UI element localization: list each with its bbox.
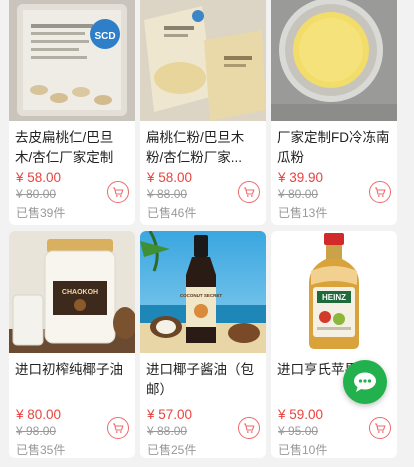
product-price: ¥ 57.00	[147, 407, 193, 422]
product-sold-count: 已售46件	[147, 206, 197, 220]
product-price: ¥ 59.00	[278, 407, 324, 422]
product-card[interactable]: COCONUT SECRET 进口椰子酱油（包邮） ¥ 57.00 ¥ 88.0…	[140, 231, 266, 458]
product-sold-count: 已售13件	[278, 206, 328, 220]
chat-button[interactable]	[343, 360, 387, 404]
product-image[interactable]: SCD	[9, 0, 135, 121]
product-sold-count: 已售25件	[147, 443, 197, 457]
add-to-cart-button[interactable]	[238, 181, 260, 203]
product-name: 厂家定制FD冷冻南瓜粉	[277, 130, 390, 165]
add-to-cart-button[interactable]	[369, 417, 391, 439]
chat-icon	[354, 372, 376, 392]
product-original-price: ¥ 80.00	[16, 187, 57, 201]
product-sold-count: 已售35件	[16, 443, 66, 457]
add-to-cart-button[interactable]	[107, 181, 129, 203]
product-name: 进口椰子酱油（包邮）	[146, 362, 254, 397]
cart-icon	[113, 187, 124, 197]
product-image[interactable]: HEINZ	[271, 231, 397, 353]
product-sold-count: 已售39件	[16, 206, 66, 220]
product-original-price: ¥ 88.00	[147, 187, 188, 201]
product-grid: SCD 去皮扁桃仁/巴旦木/杏仁厂家定制 ¥ 58.00 ¥ 80.00 已售3…	[9, 0, 397, 458]
add-to-cart-button[interactable]	[238, 417, 260, 439]
product-name: 去皮扁桃仁/巴旦木/杏仁厂家定制	[15, 130, 114, 165]
product-card[interactable]: SCD 去皮扁桃仁/巴旦木/杏仁厂家定制 ¥ 58.00 ¥ 80.00 已售3…	[9, 0, 135, 225]
product-price: ¥ 58.00	[147, 170, 193, 185]
product-image[interactable]: CHAOKOH	[9, 231, 135, 353]
coconut-brand-text: CHAOKOH	[62, 289, 98, 296]
product-card[interactable]: HEINZ 进口亨氏苹果醋 ¥ 59.00 ¥ 95.00 已售10件	[271, 231, 397, 458]
cart-icon	[244, 187, 255, 197]
product-sold-count: 已售10件	[278, 443, 328, 457]
product-name: 扁桃仁粉/巴旦木粉/杏仁粉厂家...	[146, 130, 245, 165]
vinegar-brand-text: HEINZ	[322, 293, 346, 302]
scd-badge-text: SCD	[94, 31, 115, 42]
product-name: 进口初榨纯椰子油	[15, 362, 123, 377]
add-to-cart-button[interactable]	[107, 417, 129, 439]
cart-icon	[113, 423, 124, 433]
product-original-price: ¥ 98.00	[16, 424, 57, 438]
product-price: ¥ 39.90	[278, 170, 324, 185]
product-price: ¥ 58.00	[16, 170, 62, 185]
product-original-price: ¥ 80.00	[278, 187, 319, 201]
product-image[interactable]	[271, 0, 397, 121]
product-card[interactable]: 厂家定制FD冷冻南瓜粉 ¥ 39.90 ¥ 80.00 已售13件	[271, 0, 397, 225]
product-original-price: ¥ 88.00	[147, 424, 188, 438]
product-price: ¥ 80.00	[16, 407, 62, 422]
soy-brand-text: COCONUT SECRET	[180, 293, 223, 298]
cart-icon	[375, 423, 386, 433]
add-to-cart-button[interactable]	[369, 181, 391, 203]
cart-icon	[375, 187, 386, 197]
product-card[interactable]: CHAOKOH 进口初榨纯椰子油 ¥ 80.00 ¥ 98.00 已售35件	[9, 231, 135, 458]
product-image[interactable]	[140, 0, 266, 121]
cart-icon	[244, 423, 255, 433]
product-original-price: ¥ 95.00	[278, 424, 319, 438]
product-image[interactable]: COCONUT SECRET	[140, 231, 266, 353]
product-card[interactable]: 扁桃仁粉/巴旦木粉/杏仁粉厂家... ¥ 58.00 ¥ 88.00 已售46件	[140, 0, 266, 225]
